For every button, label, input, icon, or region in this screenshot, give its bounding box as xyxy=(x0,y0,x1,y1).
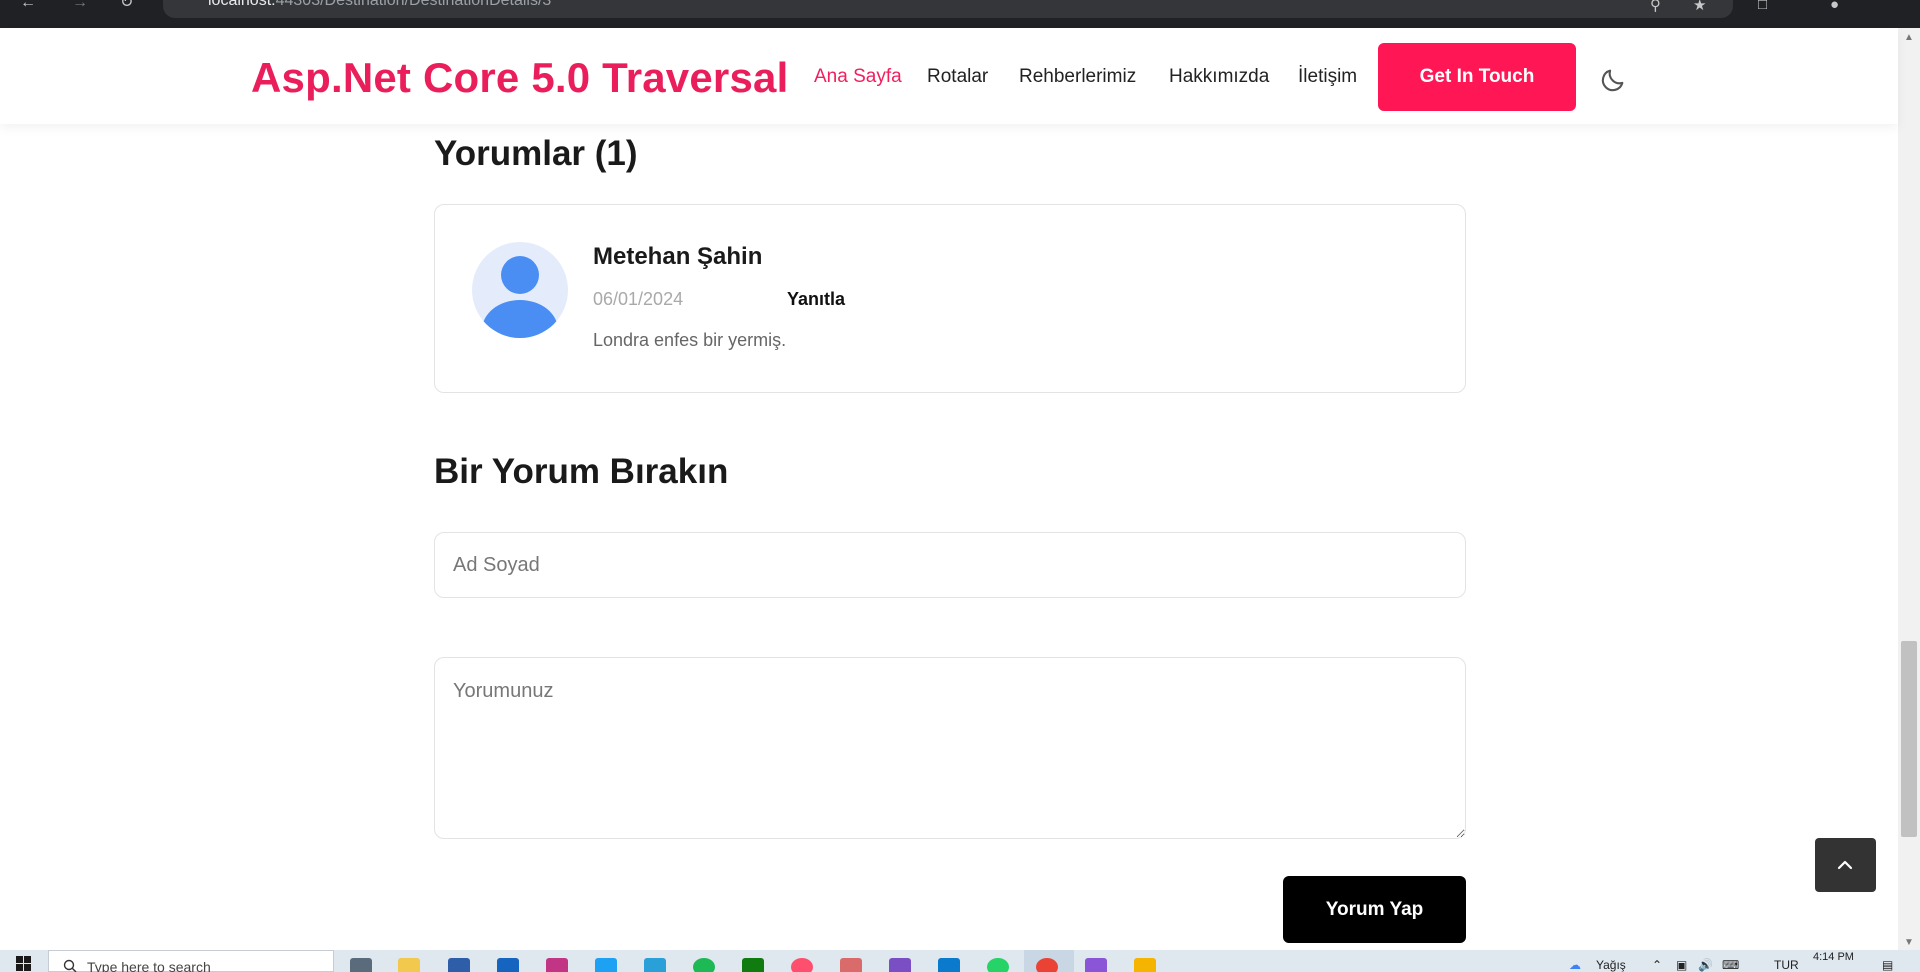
tab-icon[interactable]: □ xyxy=(1758,0,1767,13)
taskbar-search-placeholder: Type here to search xyxy=(87,959,211,972)
nav-about[interactable]: Hakkımızda xyxy=(1169,66,1269,88)
tray-chevron-up-icon[interactable]: ⌃ xyxy=(1652,958,1662,972)
windows-taskbar: Type here to search ☁ Yağış ⌃ ▣ 🔊 ⌨ TUR … xyxy=(0,950,1920,972)
comment-author: Metehan Şahin xyxy=(593,243,763,270)
xbox-icon[interactable] xyxy=(742,958,764,972)
visual-studio-2-icon[interactable] xyxy=(1085,958,1107,972)
avatar-head xyxy=(501,256,539,294)
scroll-up-icon[interactable]: ▲ xyxy=(1898,32,1920,43)
nav-contact[interactable]: İletişim xyxy=(1298,66,1357,88)
chrome-icon[interactable] xyxy=(1036,958,1058,972)
scroll-thumb[interactable] xyxy=(1901,641,1917,837)
page-scrollbar[interactable]: ▲ ▼ xyxy=(1898,28,1920,950)
comment-textarea[interactable] xyxy=(434,657,1466,839)
windows-start-icon[interactable] xyxy=(16,956,32,972)
scroll-down-icon[interactable]: ▼ xyxy=(1898,937,1920,948)
back-to-top-button[interactable] xyxy=(1815,838,1876,892)
address-host: localhost: xyxy=(208,0,276,9)
visual-studio-icon[interactable] xyxy=(889,958,911,972)
weather-icon[interactable]: ☁ xyxy=(1569,958,1581,972)
task-view-icon[interactable] xyxy=(350,958,372,972)
user-avatar-icon xyxy=(472,242,568,338)
profile-icon[interactable]: ● xyxy=(1830,0,1839,13)
instagram-icon[interactable] xyxy=(546,958,568,972)
browser-toolbar: ← → ↻ localhost:44303/Destination/Destin… xyxy=(0,0,1920,28)
get-in-touch-button[interactable]: Get In Touch xyxy=(1378,43,1576,111)
address-path: 44303/Destination/DestinationDetails/3 xyxy=(275,0,552,9)
search-icon xyxy=(63,959,77,972)
language-indicator[interactable]: TUR xyxy=(1774,958,1799,972)
avatar-body xyxy=(482,300,558,338)
bookmark-star-icon[interactable]: ★ xyxy=(1693,0,1706,14)
store-icon[interactable] xyxy=(448,958,470,972)
back-arrow-icon[interactable]: ← xyxy=(20,0,36,22)
weather-text[interactable]: Yağış xyxy=(1596,958,1626,972)
nav-routes[interactable]: Rotalar xyxy=(927,66,988,88)
brand-logo[interactable]: Asp.Net Core 5.0 Traversal xyxy=(251,54,788,102)
notification-icon[interactable]: ▤ xyxy=(1882,958,1893,972)
whatsapp-icon[interactable] xyxy=(987,958,1009,972)
vscode-icon[interactable] xyxy=(938,958,960,972)
app-icon[interactable] xyxy=(840,958,862,972)
taskbar-search-box[interactable]: Type here to search xyxy=(48,950,334,972)
app-2-icon[interactable] xyxy=(1134,958,1156,972)
forward-arrow-icon[interactable]: → xyxy=(72,0,88,22)
moon-icon[interactable] xyxy=(1599,66,1627,94)
name-input[interactable] xyxy=(434,532,1466,598)
outlook-icon[interactable] xyxy=(497,958,519,972)
keyboard-icon[interactable]: ⌨ xyxy=(1722,958,1739,972)
spotify-icon[interactable] xyxy=(693,958,715,972)
submit-comment-button[interactable]: Yorum Yap xyxy=(1283,876,1466,943)
clock-time[interactable]: 4:14 PM xyxy=(1813,951,1854,963)
file-explorer-icon[interactable] xyxy=(398,958,420,972)
comment-text: Londra enfes bir yermiş. xyxy=(593,330,787,350)
opera-icon[interactable] xyxy=(791,958,813,972)
chevron-up-icon xyxy=(1837,860,1853,870)
site-header: Asp.Net Core 5.0 Traversal Ana Sayfa Rot… xyxy=(0,28,1898,124)
twitter-icon[interactable] xyxy=(595,958,617,972)
search-icon[interactable]: ⚲ xyxy=(1650,0,1661,14)
volume-icon[interactable]: 🔊 xyxy=(1698,958,1713,972)
nav-guides[interactable]: Rehberlerimiz xyxy=(1019,66,1136,88)
comment-date: 06/01/2024 xyxy=(593,289,684,309)
reply-link[interactable]: Yanıtla xyxy=(787,289,845,310)
reload-icon[interactable]: ↻ xyxy=(120,0,133,22)
address-url[interactable]: localhost:44303/Destination/DestinationD… xyxy=(208,0,551,10)
nav-home[interactable]: Ana Sayfa xyxy=(814,66,902,88)
comments-title: Yorumlar (1) xyxy=(434,134,638,173)
comment-card: Metehan Şahin 06/01/2024 Yanıtla Londra … xyxy=(434,204,1466,393)
telegram-icon[interactable] xyxy=(644,958,666,972)
network-icon[interactable]: ▣ xyxy=(1676,958,1687,972)
leave-comment-title: Bir Yorum Bırakın xyxy=(434,452,729,491)
address-bar[interactable]: localhost:44303/Destination/DestinationD… xyxy=(163,0,1733,18)
